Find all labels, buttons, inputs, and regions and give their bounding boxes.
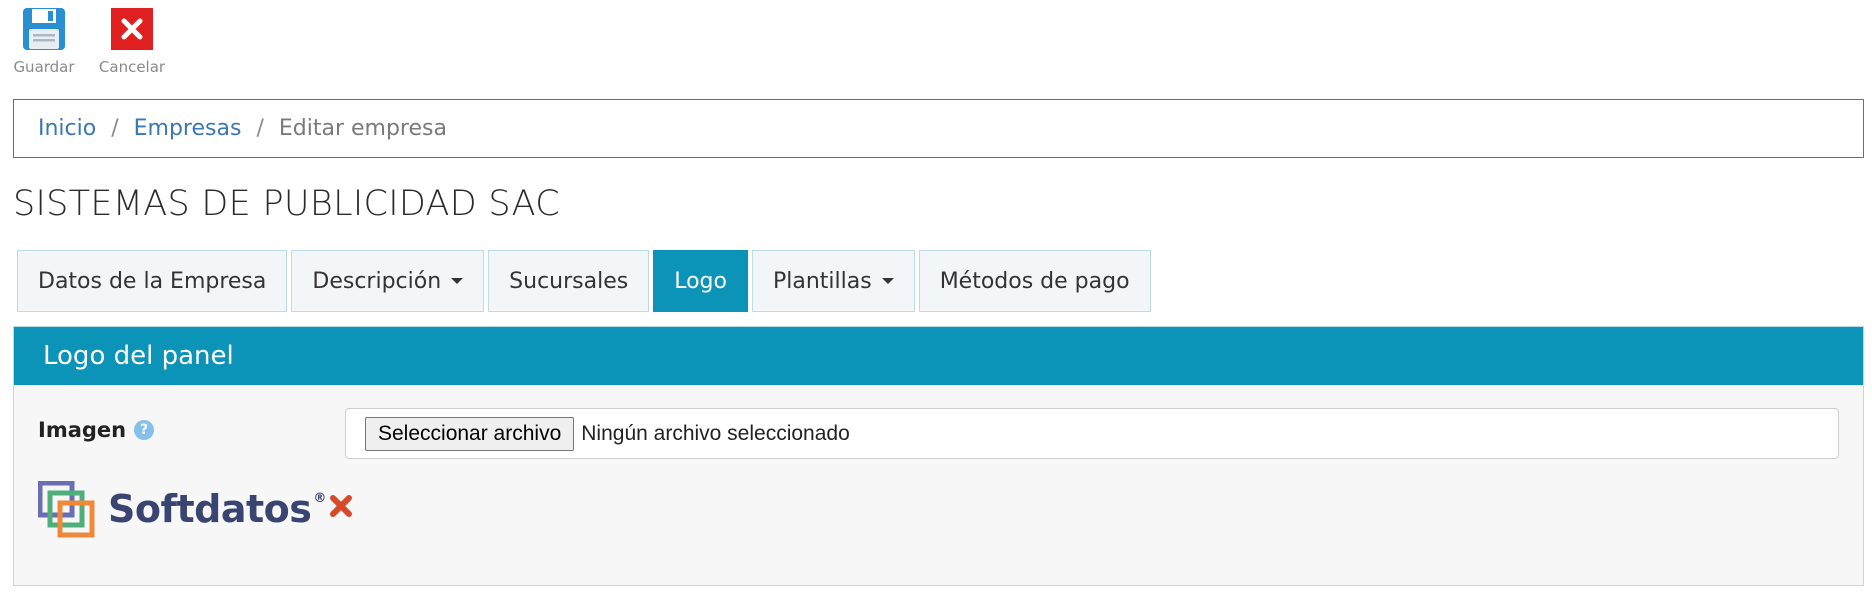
tab-branches[interactable]: Sucursales	[488, 250, 650, 312]
edit-company-page: Guardar Cancelar Inicio / Empresas / Edi…	[0, 0, 1872, 592]
tab-company-data[interactable]: Datos de la Empresa	[17, 250, 288, 312]
breadcrumb-companies-link[interactable]: Empresas	[134, 116, 242, 141]
tab-description[interactable]: Descripción	[291, 250, 485, 312]
softdatos-logo-mark-icon	[37, 480, 100, 545]
tab-bar: Datos de la Empresa Descripción Sucursal…	[17, 250, 1155, 312]
page-title: SISTEMAS DE PUBLICIDAD SAC	[13, 184, 560, 224]
breadcrumb-current: Editar empresa	[278, 116, 447, 141]
remove-x-icon[interactable]	[328, 493, 354, 523]
tab-label: Sucursales	[509, 268, 629, 294]
toolbar: Guardar Cancelar	[0, 6, 176, 76]
tab-templates[interactable]: Plantillas	[751, 250, 915, 312]
select-file-button[interactable]: Seleccionar archivo	[365, 416, 575, 451]
cancel-button[interactable]: Cancelar	[88, 6, 176, 76]
panel-heading: Logo del panel	[14, 327, 1863, 385]
image-field-label: Imagen ?	[38, 418, 155, 442]
cancel-label: Cancelar	[98, 58, 166, 76]
image-file-input[interactable]: Seleccionar archivo Ningún archivo selec…	[345, 408, 1839, 459]
save-button[interactable]: Guardar	[0, 6, 88, 76]
close-x-icon	[109, 6, 155, 52]
tab-label: Plantillas	[772, 268, 872, 294]
tab-logo[interactable]: Logo	[653, 250, 748, 312]
caret-down-icon	[881, 278, 894, 284]
tab-label: Descripción	[312, 268, 442, 294]
breadcrumb-separator: /	[256, 116, 264, 141]
breadcrumb: Inicio / Empresas / Editar empresa	[13, 99, 1864, 158]
breadcrumb-home-link[interactable]: Inicio	[38, 116, 96, 141]
tab-payment-methods[interactable]: Métodos de pago	[918, 250, 1151, 312]
image-label-text: Imagen	[38, 418, 127, 442]
save-label: Guardar	[13, 58, 75, 76]
caret-down-icon	[451, 278, 464, 284]
tab-label: Logo	[674, 268, 727, 294]
logo-panel: Logo del panel Imagen ? Seleccionar arch…	[13, 326, 1864, 586]
question-circle-icon[interactable]: ?	[134, 420, 155, 440]
tab-label: Datos de la Empresa	[38, 268, 267, 294]
current-logo: Softdatos ®	[37, 480, 354, 545]
registered-mark: ®	[313, 491, 327, 506]
breadcrumb-separator: /	[111, 116, 119, 141]
tab-label: Métodos de pago	[939, 268, 1130, 294]
file-status-text: Ningún archivo seleccionado	[581, 421, 850, 445]
logo-wordmark: Softdatos	[108, 487, 312, 531]
floppy-disk-icon	[21, 6, 67, 52]
